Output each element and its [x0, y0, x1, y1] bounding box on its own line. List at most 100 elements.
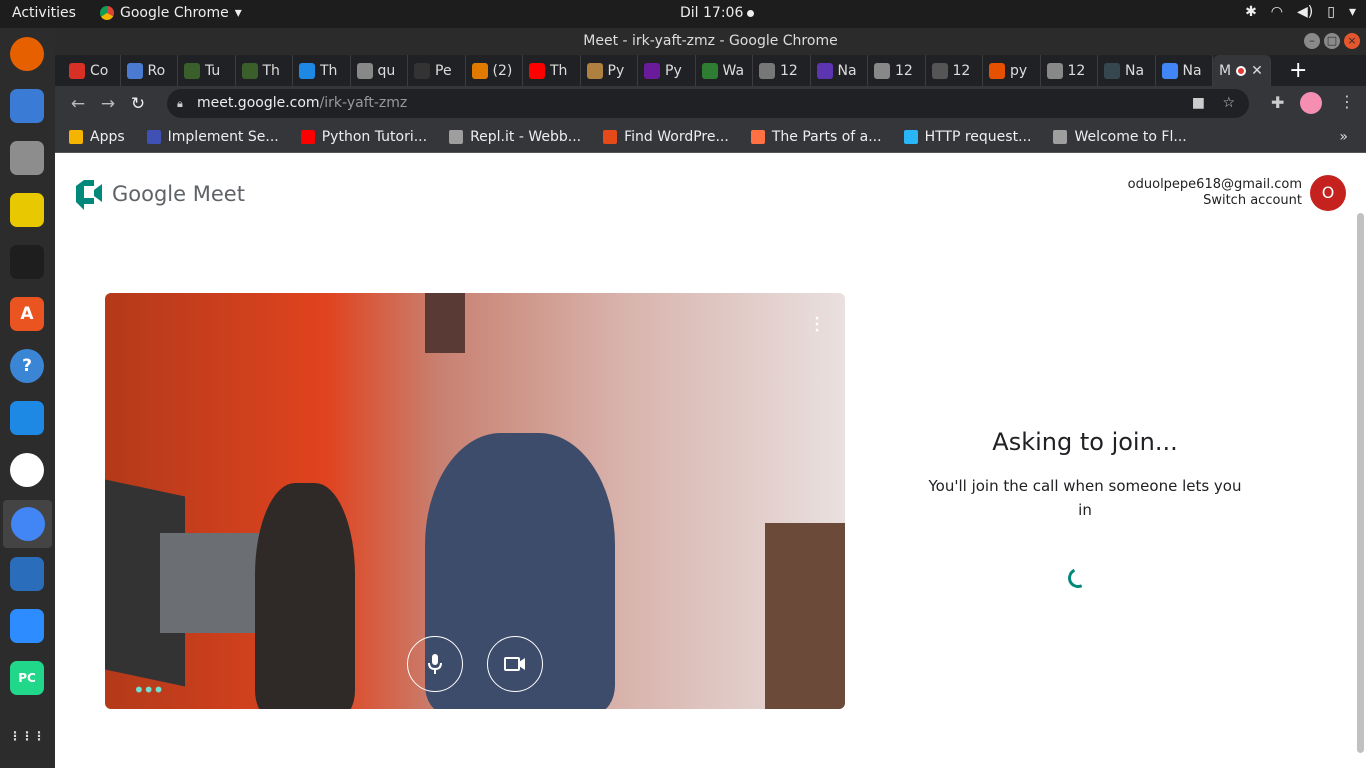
zoom-icon-glyph — [10, 609, 44, 643]
bookmark-favicon-icon — [449, 129, 464, 144]
figma-icon[interactable] — [9, 244, 45, 280]
tab-1[interactable]: Co — [63, 55, 121, 86]
tab-favicon-icon — [816, 62, 833, 79]
tab-active-meet[interactable]: M ✕ — [1213, 55, 1271, 86]
bookmark-label: Welcome to Fl... — [1074, 128, 1187, 145]
writer-icon[interactable] — [9, 556, 45, 592]
tab-favicon-icon — [529, 62, 545, 79]
tab-4[interactable]: Th — [236, 55, 293, 86]
maximize-button[interactable]: □ — [1324, 33, 1340, 49]
tab-10[interactable]: Py — [581, 55, 638, 86]
tab-9[interactable]: Th — [523, 55, 581, 86]
bookmark-favicon-icon — [903, 129, 918, 144]
tab-label: 12 — [780, 62, 798, 79]
tab-7[interactable]: Pe — [408, 55, 466, 86]
tab-label: Th — [262, 62, 280, 79]
app-grid-icon[interactable]: ⋮⋮⋮ — [9, 718, 45, 754]
tab-favicon-icon — [874, 62, 890, 79]
chevron-down-icon: ▾ — [1348, 4, 1356, 20]
tab-label: Wa — [722, 62, 745, 79]
software-icon[interactable]: A — [9, 296, 45, 332]
bookmark-label: Find WordPre... — [624, 128, 729, 145]
bookmark-5[interactable]: Find WordPre... — [603, 129, 729, 145]
tab-19[interactable]: Na — [1098, 55, 1156, 86]
tab-label: (2) — [492, 62, 513, 79]
tab-label: Na — [1182, 62, 1202, 79]
google-meet-logo[interactable]: Google Meet — [74, 178, 245, 210]
tab-15[interactable]: 12 — [868, 55, 926, 86]
microphone-icon — [428, 654, 442, 674]
bookmark-4[interactable]: Repl.it - Webb... — [449, 129, 581, 145]
zoom-icon[interactable] — [9, 608, 45, 644]
extensions-icon[interactable]: ✚ — [1271, 93, 1284, 112]
rhythmbox-icon[interactable] — [9, 192, 45, 228]
tab-6[interactable]: qu — [351, 55, 408, 86]
tab-18[interactable]: 12 — [1041, 55, 1098, 86]
tab-16[interactable]: 12 — [926, 55, 983, 86]
address-bar[interactable]: 🔒︎ meet.google.com/irk-yaft-zmz ■ ☆ — [167, 89, 1249, 118]
reload-icon[interactable]: ↻ — [123, 94, 153, 114]
close-tab-icon[interactable]: ✕ — [1251, 63, 1263, 79]
thunderbird-icon[interactable] — [9, 88, 45, 124]
switch-account-link[interactable]: Switch account — [1128, 193, 1302, 209]
bookmark-1[interactable]: Apps — [69, 129, 125, 145]
app-menu[interactable]: Google Chrome ▾ — [100, 5, 242, 21]
tab-favicon-icon — [471, 62, 488, 79]
system-tray[interactable]: ✱ ◠ ◀) ▯ ▾ — [1245, 4, 1356, 20]
bookmark-2[interactable]: Implement Se... — [146, 129, 279, 145]
star-icon[interactable]: ☆ — [1222, 89, 1235, 118]
tab-2[interactable]: Ro — [121, 55, 178, 86]
tab-8[interactable]: (2) — [466, 55, 523, 86]
window-titlebar[interactable]: Meet - irk-yaft-zmz - Google Chrome – □ … — [55, 28, 1366, 55]
clock[interactable]: Dil 17:06 — [680, 5, 755, 21]
bookmark-7[interactable]: HTTP request... — [903, 129, 1031, 145]
tab-3[interactable]: Tu — [178, 55, 236, 86]
tab-14[interactable]: Na — [811, 55, 868, 86]
slack-icon-glyph — [10, 453, 44, 487]
help-icon-glyph: ? — [10, 349, 44, 383]
camera-indicator-icon[interactable]: ■ — [1192, 89, 1205, 118]
tab-17[interactable]: py — [983, 55, 1041, 86]
pycharm-icon[interactable]: PC — [9, 660, 45, 696]
tab-12[interactable]: Wa — [696, 55, 753, 86]
more-options-icon[interactable]: · · · — [809, 309, 825, 343]
bookmark-6[interactable]: The Parts of a... — [750, 129, 882, 145]
system-top-bar: Activities Google Chrome ▾ Dil 17:06 ✱ ◠ … — [0, 0, 1366, 28]
files-icon[interactable] — [9, 140, 45, 176]
firefox-icon[interactable] — [9, 36, 45, 72]
app-grid-icon-glyph: ⋮⋮⋮ — [9, 719, 45, 753]
activities-button[interactable]: Activities — [12, 5, 76, 21]
tab-favicon-icon — [69, 62, 85, 79]
browser-toolbar: ← → ↻ 🔒︎ meet.google.com/irk-yaft-zmz ■ … — [55, 86, 1366, 121]
wifi-icon: ◠ — [1270, 4, 1284, 20]
tab-13[interactable]: 12 — [753, 55, 811, 86]
new-tab-button[interactable]: + — [1289, 58, 1307, 83]
back-icon[interactable]: ← — [63, 94, 93, 114]
bookmark-3[interactable]: Python Tutori... — [300, 128, 428, 145]
close-window-button[interactable]: × — [1344, 33, 1360, 49]
url-path: /irk-yaft-zmz — [319, 95, 408, 111]
vscode-icon[interactable] — [9, 400, 45, 436]
bookmark-8[interactable]: Welcome to Fl... — [1053, 128, 1187, 145]
bookmark-label: Python Tutori... — [321, 128, 428, 145]
scrollbar[interactable] — [1357, 213, 1364, 753]
slack-tray-icon[interactable]: ✱ — [1245, 4, 1257, 20]
bookmarks-bar: Apps Implement Se... Python Tutori... Repl.… — [55, 121, 1366, 153]
tab-20[interactable]: Na — [1156, 55, 1213, 86]
chrome-icon[interactable] — [3, 500, 52, 548]
bookmarks-overflow-icon[interactable]: » — [1339, 129, 1348, 145]
microphone-button[interactable] — [407, 636, 463, 692]
forward-icon[interactable]: → — [93, 94, 123, 114]
tab-11[interactable]: Py — [638, 55, 696, 86]
profile-icon[interactable] — [1300, 92, 1322, 114]
url-domain: meet.google.com — [197, 95, 320, 111]
tab-5[interactable]: Th — [293, 55, 351, 86]
tab-favicon-icon — [184, 62, 200, 79]
tab-favicon-icon — [644, 62, 660, 79]
menu-icon[interactable]: ⋮ — [1339, 92, 1355, 111]
slack-icon[interactable] — [9, 452, 45, 488]
help-icon[interactable]: ? — [9, 348, 45, 384]
avatar[interactable]: O — [1310, 175, 1346, 211]
minimize-button[interactable]: – — [1304, 33, 1320, 49]
camera-button[interactable] — [487, 636, 543, 692]
